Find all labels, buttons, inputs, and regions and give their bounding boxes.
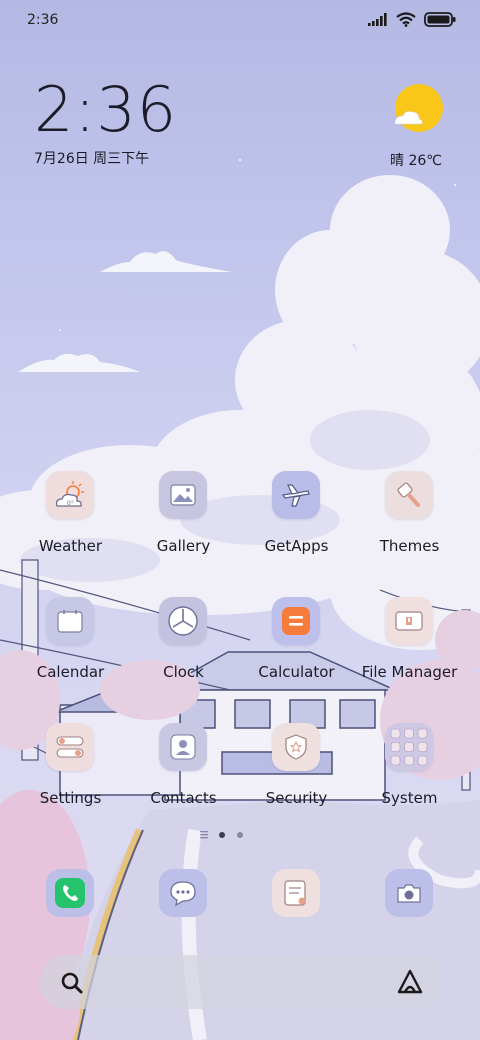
sun-cloud-icon	[394, 84, 443, 132]
search-icon[interactable]	[60, 971, 84, 995]
app-label: Weather	[38, 537, 103, 555]
svg-text:0°: 0°	[67, 500, 74, 507]
menu-lines-icon	[200, 831, 208, 839]
status-time: 2:36	[27, 12, 59, 28]
app-grid-icon	[385, 723, 433, 771]
assistant-logo-icon[interactable]	[396, 968, 424, 996]
app-label: Contacts	[150, 789, 217, 807]
app-gallery[interactable]: Gallery	[127, 471, 240, 567]
app-label: System	[381, 789, 438, 807]
app-label: Security	[265, 789, 328, 807]
gallery-icon	[159, 471, 207, 519]
page-dot	[237, 832, 243, 838]
app-clock[interactable]: Clock	[127, 597, 240, 693]
big-clock-time: 2:36	[34, 73, 178, 146]
phone-icon	[55, 878, 85, 908]
app-label: Calculator	[258, 663, 335, 681]
wifi-icon	[396, 12, 416, 27]
clock-widget[interactable]: 2:36 7月26日 周三下午	[34, 78, 177, 168]
app-file-manager[interactable]: File Manager	[353, 597, 466, 693]
calendar-icon	[46, 597, 94, 645]
app-contacts[interactable]: Contacts	[127, 723, 240, 819]
search-bar[interactable]	[40, 955, 442, 1009]
app-calculator[interactable]: Calculator	[240, 597, 353, 693]
calculator-icon	[272, 597, 320, 645]
app-getapps[interactable]: GetApps	[240, 471, 353, 567]
app-label: Gallery	[156, 537, 211, 555]
dock-messages[interactable]	[159, 869, 207, 917]
dock-phone[interactable]	[46, 869, 94, 917]
notes-icon	[284, 880, 306, 906]
app-label: Clock	[163, 663, 204, 681]
clock-icon	[159, 597, 207, 645]
weather-summary: 晴 26℃	[390, 153, 442, 169]
weather-icon: 0°	[46, 471, 94, 519]
app-label: Calendar	[36, 663, 105, 681]
folder-icon	[385, 597, 433, 645]
app-settings[interactable]: Settings	[14, 723, 127, 819]
contact-person-icon	[159, 723, 207, 771]
app-label: GetApps	[264, 537, 329, 555]
settings-toggle-icon	[46, 723, 94, 771]
page-dot-active	[219, 832, 225, 838]
app-label: File Manager	[361, 663, 458, 681]
weather-widget[interactable]: 晴 26℃	[386, 82, 446, 170]
app-label: Settings	[39, 789, 102, 807]
dock-notes[interactable]	[272, 869, 320, 917]
message-icon	[170, 881, 196, 907]
app-weather[interactable]: 0° Weather	[14, 471, 127, 567]
camera-icon	[397, 884, 421, 903]
clock-date: 7月26日 周三下午	[34, 151, 150, 167]
app-security[interactable]: Security	[240, 723, 353, 819]
battery-full-icon	[424, 12, 456, 27]
page-indicator[interactable]	[196, 828, 286, 842]
cellular-signal-icon	[368, 13, 387, 26]
app-system-folder[interactable]: System	[353, 723, 466, 819]
app-label: Themes	[379, 537, 440, 555]
status-bar: 2:36	[0, 0, 480, 44]
app-calendar[interactable]: Calendar	[14, 597, 127, 693]
dock-camera[interactable]	[385, 869, 433, 917]
paintbrush-icon	[385, 471, 433, 519]
shield-icon	[272, 723, 320, 771]
app-themes[interactable]: Themes	[353, 471, 466, 567]
airplane-icon	[272, 471, 320, 519]
status-icons	[368, 12, 456, 27]
